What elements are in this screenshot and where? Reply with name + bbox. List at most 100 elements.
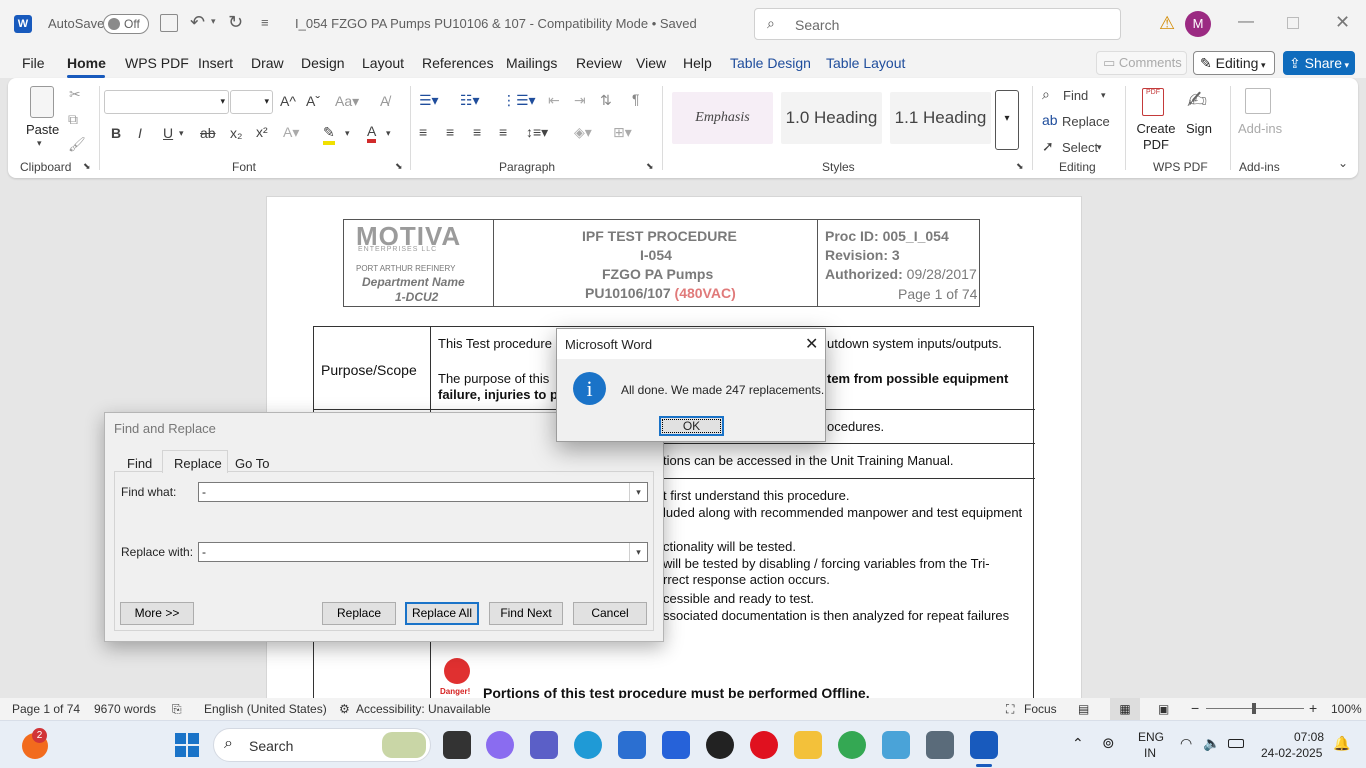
replace-button[interactable]: Replace xyxy=(322,602,396,625)
grow-font-icon[interactable]: A^ xyxy=(280,93,296,109)
find-button[interactable]: Find xyxy=(1063,88,1088,103)
align-center-icon[interactable]: ≡ xyxy=(446,124,454,140)
underline-button[interactable]: U xyxy=(163,125,173,141)
edge-icon[interactable] xyxy=(574,731,602,759)
highlight-icon[interactable]: ✎ xyxy=(323,124,335,145)
styles-launcher-icon[interactable]: ⬊ xyxy=(1016,161,1024,172)
decrease-indent-icon[interactable]: ⇤ xyxy=(548,92,560,109)
clock-time[interactable]: 07:08 xyxy=(1294,730,1324,744)
print-layout-button[interactable]: ▦ xyxy=(1110,698,1140,720)
line-spacing-icon[interactable]: ↕≡▾ xyxy=(526,124,548,141)
message-box-close-icon[interactable]: ✕ xyxy=(805,334,818,354)
font-color-icon[interactable]: A xyxy=(367,123,377,143)
lang-line1[interactable]: ENG xyxy=(1138,730,1164,744)
read-mode-icon[interactable]: ▤ xyxy=(1078,702,1089,716)
focus-button[interactable]: Focus xyxy=(1024,702,1057,716)
highlight-chevron-icon[interactable]: ▾ xyxy=(345,128,350,139)
editing-mode-button[interactable]: ✎ Editing ▾ xyxy=(1193,51,1275,75)
align-right-icon[interactable]: ≡ xyxy=(473,124,481,140)
accessibility-status[interactable]: Accessibility: Unavailable xyxy=(356,702,491,716)
create-pdf-icon[interactable]: PDF xyxy=(1142,88,1164,116)
zoom-slider-thumb[interactable] xyxy=(1252,703,1256,714)
paste-button[interactable]: Paste xyxy=(26,122,59,137)
find-chevron-icon[interactable]: ▾ xyxy=(1101,90,1106,101)
clock-date[interactable]: 24-02-2025 xyxy=(1261,746,1322,760)
language[interactable]: English (United States) xyxy=(204,702,327,716)
minimize-icon[interactable]: — xyxy=(1238,13,1254,31)
style-heading-1-1[interactable]: 1.1 Heading xyxy=(890,92,991,144)
create-pdf-button[interactable]: Create PDF xyxy=(1136,121,1176,153)
tab-mailings[interactable]: Mailings xyxy=(506,55,557,71)
lang-line2[interactable]: IN xyxy=(1144,746,1156,760)
tab-table-layout[interactable]: Table Layout xyxy=(826,55,905,71)
tab-home[interactable]: Home xyxy=(67,55,106,71)
select-chevron-icon[interactable]: ▾ xyxy=(1097,142,1102,153)
copy-icon[interactable]: ⧉ xyxy=(68,111,78,128)
file-explorer-icon[interactable] xyxy=(794,731,822,759)
paste-icon[interactable] xyxy=(30,86,54,118)
collapse-ribbon-icon[interactable]: ⌄ xyxy=(1338,156,1348,170)
paragraph-launcher-icon[interactable]: ⬊ xyxy=(646,161,654,172)
proofing-icon[interactable]: ⎘ xyxy=(172,702,182,717)
zoom-level[interactable]: 100% xyxy=(1331,702,1362,716)
accessibility-icon[interactable]: ⚙ xyxy=(339,702,350,716)
replace-history-dropdown[interactable]: ▾ xyxy=(629,543,647,561)
comments-button[interactable]: ▭ Comments xyxy=(1096,51,1187,75)
clipboard-launcher-icon[interactable]: ⬊ xyxy=(83,161,91,172)
notification-bell-icon[interactable]: 🔔 xyxy=(1333,735,1350,752)
replace-all-button[interactable]: Replace All xyxy=(405,602,479,625)
battery-icon[interactable] xyxy=(1228,739,1244,748)
copilot-icon[interactable] xyxy=(486,731,514,759)
search-box[interactable]: ⌕ Search xyxy=(754,8,1121,40)
replace-with-input[interactable]: - ▾ xyxy=(198,542,648,562)
share-button[interactable]: ⇪ Share ▾ xyxy=(1283,51,1355,75)
increase-indent-icon[interactable]: ⇥ xyxy=(574,92,586,109)
store-icon[interactable] xyxy=(618,731,646,759)
styles-gallery-more[interactable]: ▾ xyxy=(995,90,1019,150)
tab-design[interactable]: Design xyxy=(301,55,345,71)
sort-icon[interactable]: ⇅ xyxy=(600,92,612,109)
replace-icon[interactable]: ab xyxy=(1042,112,1058,128)
sign-icon[interactable]: ✍ xyxy=(1187,86,1207,115)
clear-formatting-icon[interactable]: A̸ xyxy=(380,93,389,109)
maximize-icon[interactable] xyxy=(1287,17,1299,29)
italic-button[interactable]: I xyxy=(138,125,142,141)
addins-button[interactable]: Add-ins xyxy=(1238,121,1282,136)
chevron-up-icon[interactable]: ⌃ xyxy=(1072,735,1084,752)
more-button[interactable]: More >> xyxy=(120,602,194,625)
network-status-icon[interactable]: ⊚ xyxy=(1102,734,1115,752)
zoom-out-icon[interactable]: − xyxy=(1191,700,1199,716)
tab-file[interactable]: File xyxy=(22,55,45,71)
dell-icon[interactable] xyxy=(706,731,734,759)
tab-table-design[interactable]: Table Design xyxy=(730,55,811,71)
tab-replace[interactable]: Replace xyxy=(174,456,222,471)
opera-icon[interactable] xyxy=(750,731,778,759)
undo-icon[interactable]: ↶ xyxy=(190,12,205,33)
text-effects-icon[interactable]: A▾ xyxy=(283,124,299,141)
quick-access-more-icon[interactable]: ≡ xyxy=(261,15,269,30)
tab-view[interactable]: View xyxy=(636,55,666,71)
cancel-button[interactable]: Cancel xyxy=(573,602,647,625)
underline-chevron-icon[interactable]: ▾ xyxy=(179,128,184,139)
volume-icon[interactable]: 🔈 xyxy=(1203,735,1220,752)
start-button[interactable] xyxy=(175,733,199,757)
tab-references[interactable]: References xyxy=(422,55,494,71)
remote-desktop-icon[interactable] xyxy=(926,731,954,759)
font-launcher-icon[interactable]: ⬊ xyxy=(395,161,403,172)
align-left-icon[interactable]: ≡ xyxy=(419,124,427,140)
autosave-toggle[interactable]: Off xyxy=(103,14,149,34)
tab-wps-pdf[interactable]: WPS PDF xyxy=(125,55,189,71)
strikethrough-button[interactable]: ab xyxy=(200,125,216,141)
tab-insert[interactable]: Insert xyxy=(198,55,233,71)
style-heading-1-0[interactable]: 1.0 Heading xyxy=(781,92,882,144)
bold-button[interactable]: B xyxy=(111,125,121,141)
numbering-icon[interactable]: ☷▾ xyxy=(460,92,480,109)
font-color-chevron-icon[interactable]: ▾ xyxy=(386,128,391,139)
warning-icon[interactable]: ⚠ xyxy=(1159,13,1175,34)
show-marks-icon[interactable]: ¶ xyxy=(632,91,640,107)
borders-icon[interactable]: ⊞▾ xyxy=(613,124,632,141)
select-button[interactable]: Select xyxy=(1062,140,1098,155)
select-icon[interactable]: ➚ xyxy=(1042,138,1054,155)
change-case-icon[interactable]: Aa▾ xyxy=(335,93,359,110)
superscript-icon[interactable]: x² xyxy=(256,124,268,140)
